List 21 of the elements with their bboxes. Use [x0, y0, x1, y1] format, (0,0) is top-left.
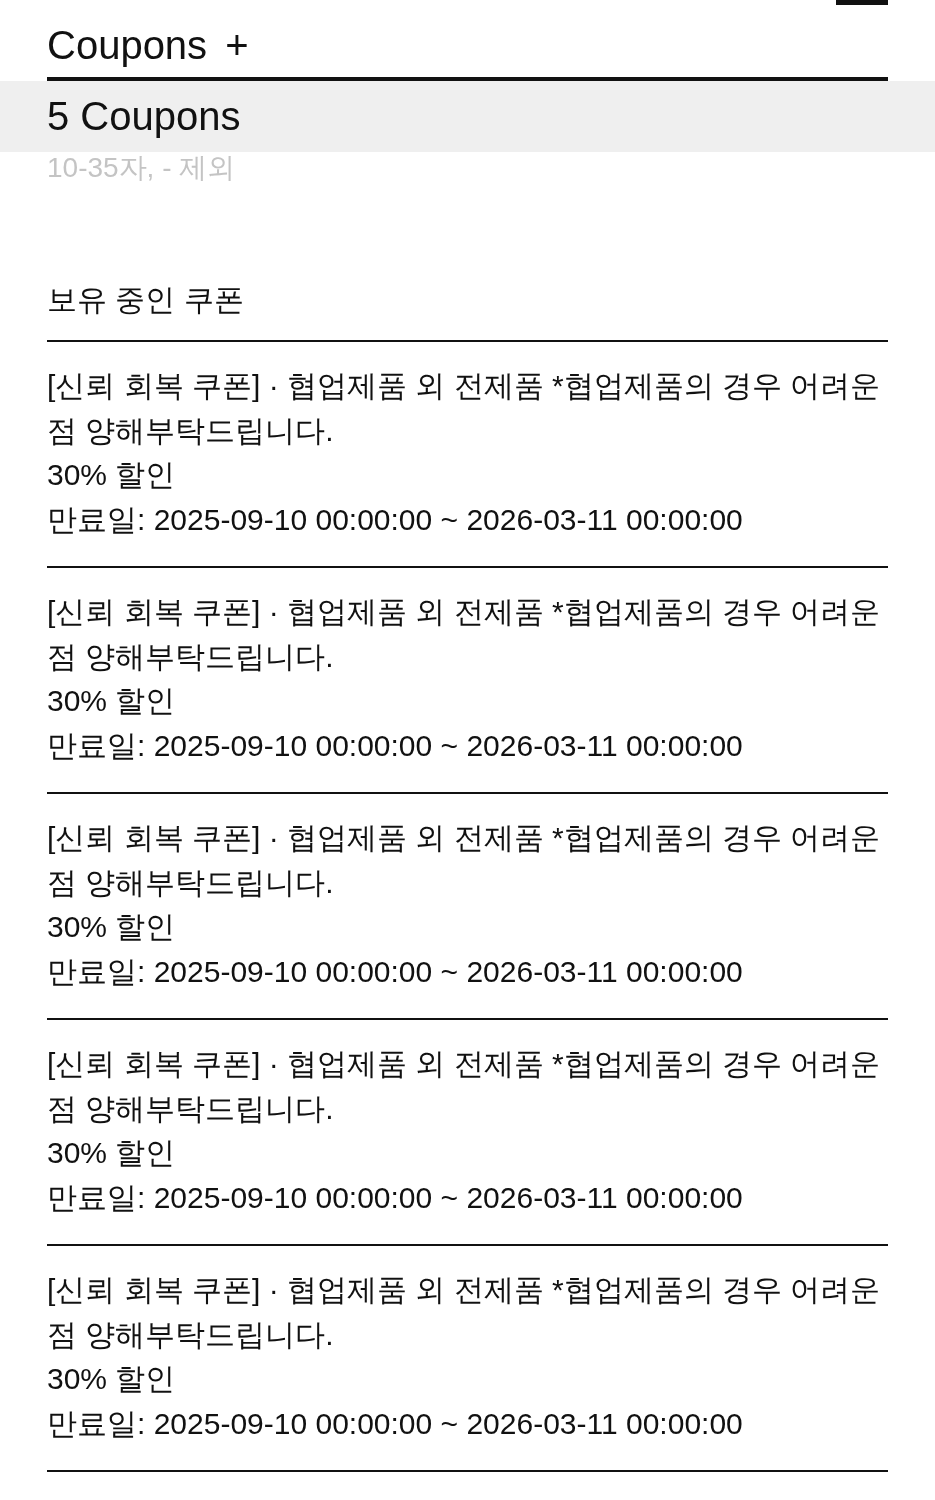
- coupon-title: [신뢰 회복 쿠폰] · 협업제품 외 전제품 *협업제품의 경우 어려운 점 양해부탁드립니다.: [47, 594, 882, 675]
- input-hint: 10-35자, - 제외: [47, 152, 237, 184]
- section-title: 보유 중인 쿠폰: [47, 282, 888, 342]
- coupon-expiry: 만료일: 2025-09-10 00:00:00 ~ 2026-03-11 00:00:00: [47, 727, 744, 764]
- coupon-title: [신뢰 회복 쿠폰] · 협업제품 외 전제품 *협업제품의 경우 어려운 점 양해부탁드립니다.: [47, 820, 882, 901]
- coupon-expiry: 만료일: 2025-09-10 00:00:00 ~ 2026-03-11 00:00:00: [47, 953, 744, 990]
- add-coupon-button[interactable]: +: [225, 19, 249, 71]
- tab-indicator: [836, 0, 888, 5]
- coupon-title: [신뢰 회복 쿠폰] · 협업제품 외 전제품 *협업제품의 경우 어려운 점 양해부탁드립니다.: [47, 1272, 882, 1353]
- coupon-title: [신뢰 회복 쿠폰] · 협업제품 외 전제품 *협업제품의 경우 어려운 점 양해부탁드립니다.: [47, 368, 882, 449]
- coupon-discount: 30% 할인: [47, 683, 177, 719]
- coupon-discount: 30% 할인: [47, 1361, 177, 1397]
- page-title: Coupons: [47, 22, 208, 69]
- coupon-discount: 30% 할인: [47, 909, 177, 945]
- coupon-title: [신뢰 회복 쿠폰] · 협업제품 외 전제품 *협업제품의 경우 어려운 점 양해부탁드립니다.: [47, 1046, 882, 1127]
- coupon-discount: 30% 할인: [47, 1135, 177, 1171]
- coupon-expiry: 만료일: 2025-09-10 00:00:00 ~ 2026-03-11 00:00:00: [47, 1179, 744, 1216]
- coupon-discount: 30% 할인: [47, 457, 177, 493]
- coupon-expiry: 만료일: 2025-09-10 00:00:00 ~ 2026-03-11 00:00:00: [47, 501, 744, 538]
- coupon-expiry: 만료일: 2025-09-10 00:00:00 ~ 2026-03-11 00:00:00: [47, 1405, 744, 1442]
- coupon-count-bar: 5 Coupons: [0, 81, 935, 152]
